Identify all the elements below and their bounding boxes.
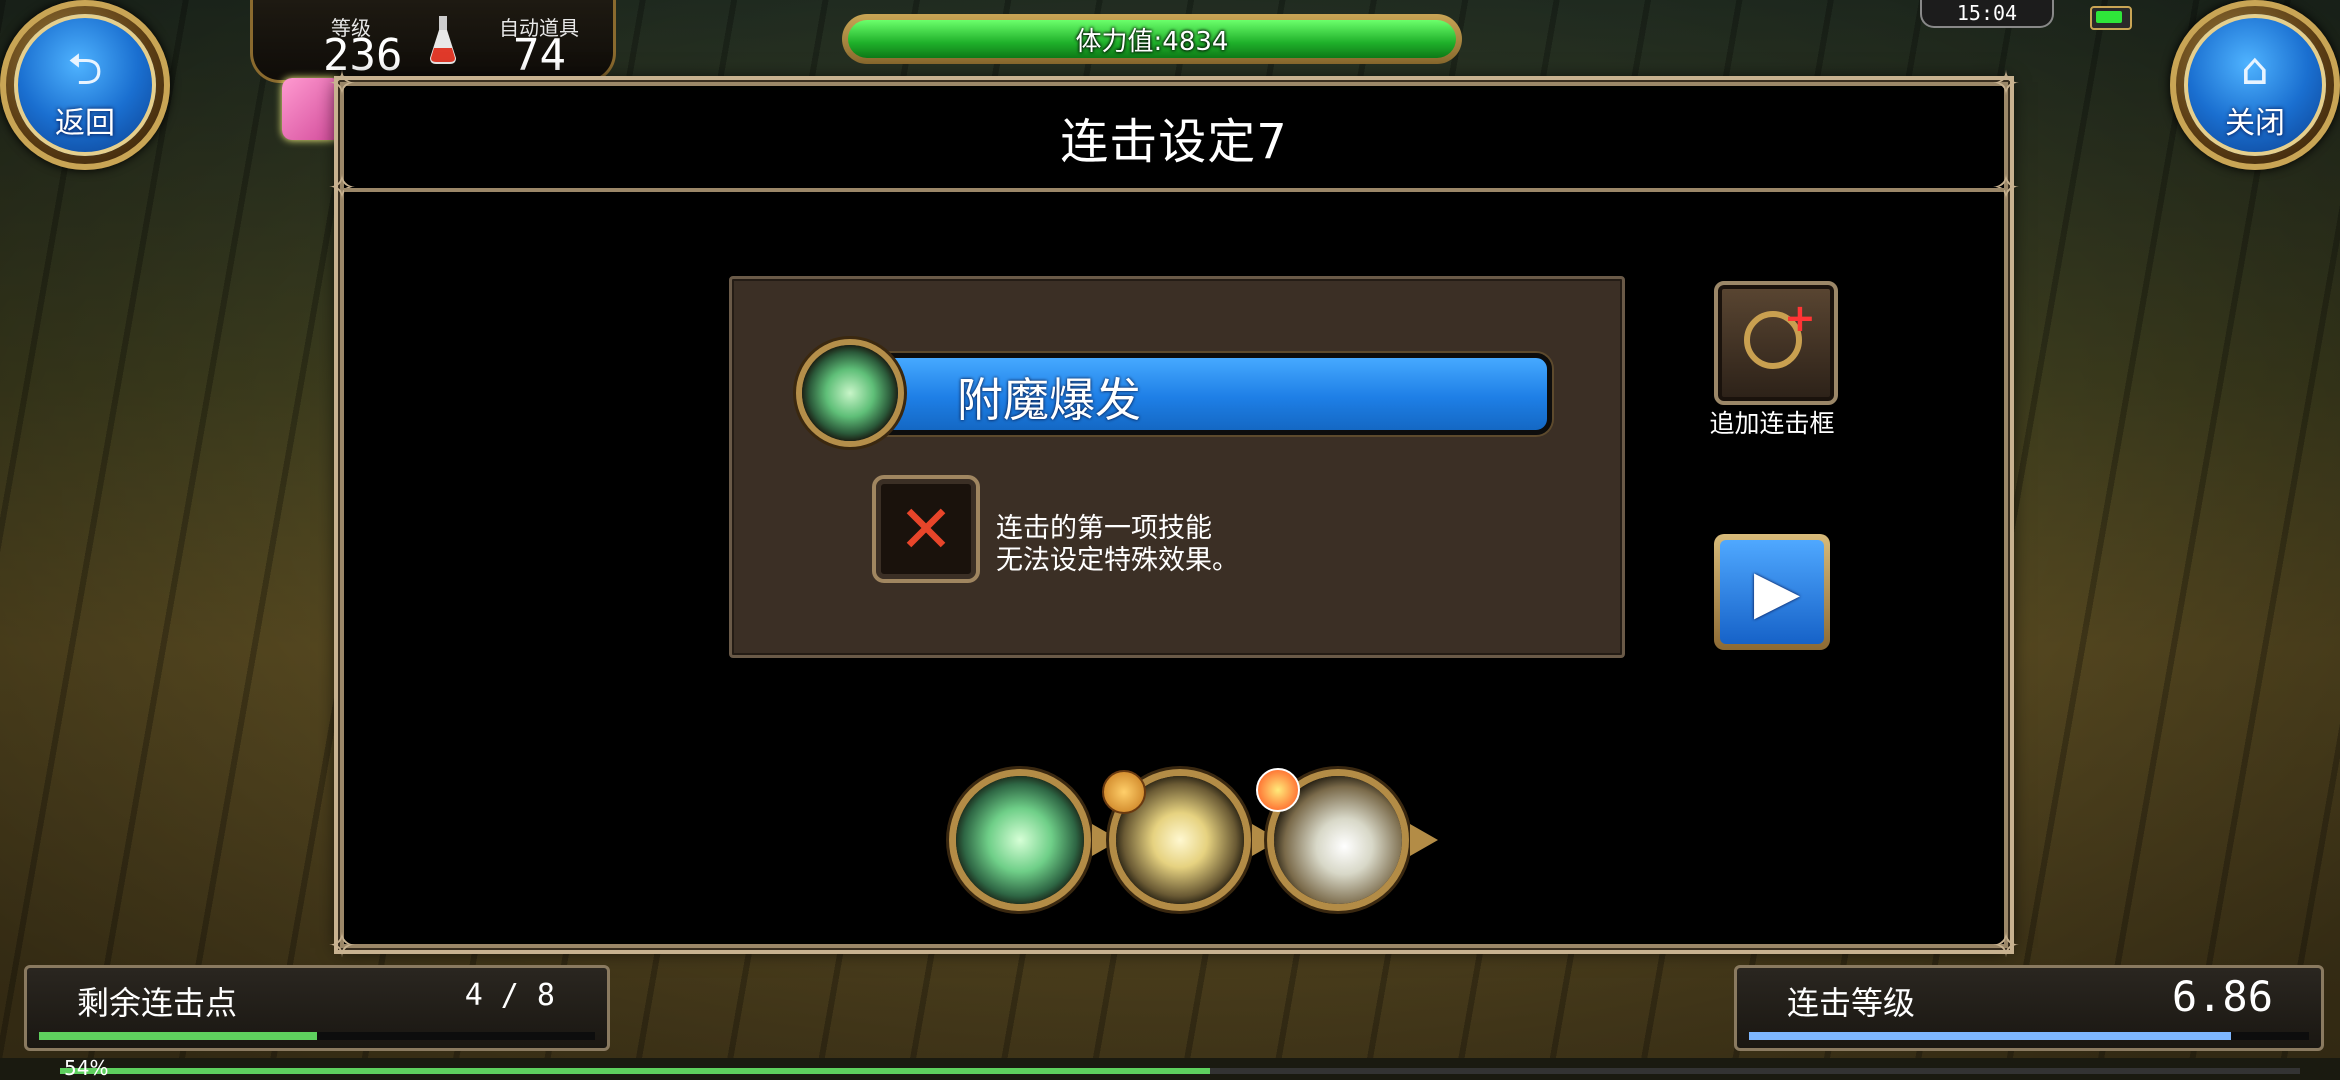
- back-arrow-icon: ⮌: [67, 44, 103, 95]
- close-button[interactable]: ⌂ 关闭: [2170, 0, 2340, 170]
- effect-restriction-message: 连击的第一项技能 无法设定特殊效果。: [996, 513, 1239, 577]
- dialog-title: 连击设定7: [1060, 114, 1288, 170]
- remaining-points-label: 剩余连击点: [77, 984, 238, 1022]
- dialog-title-bar: 连击设定7: [344, 86, 2004, 192]
- back-button[interactable]: ⮌ 返回: [0, 0, 170, 170]
- stamina-bar: 体力值:4834: [842, 14, 1462, 64]
- next-button-face: ▶: [1720, 540, 1824, 644]
- add-combo-frame-button[interactable]: +: [1714, 281, 1838, 405]
- clock: 15:04: [1920, 0, 2054, 28]
- combo-level-track: [1749, 1032, 2309, 1040]
- exp-fill: [60, 1068, 1210, 1074]
- enchant-burst-skill-icon: [802, 345, 898, 441]
- message-line-2: 无法设定特殊效果。: [996, 545, 1239, 576]
- add-combo-frame-label: 追加连击框: [1709, 409, 1835, 438]
- combo-settings-dialog: ✧ ✧ ✧ ✧ ✧ ✧ 连击设定7 附魔爆发 ✕ 连击的第一项技能 无法设定特殊…: [328, 64, 2021, 966]
- fire-badge-icon: [1256, 768, 1300, 812]
- frame-ornament-icon: ✧: [327, 926, 357, 966]
- auto-item-value: 74: [513, 30, 566, 81]
- stamina-text: 体力值:4834: [848, 20, 1456, 58]
- battery-icon: [2090, 6, 2132, 30]
- remaining-points-track: [39, 1032, 595, 1040]
- exp-strip: 54%: [0, 1056, 2340, 1080]
- remaining-points-fill: [39, 1032, 317, 1040]
- plus-icon: +: [1784, 296, 1816, 340]
- skill-detail-panel: 附魔爆发 ✕ 连击的第一项技能 无法设定特殊效果。: [729, 276, 1625, 658]
- power-badge-icon: [1102, 770, 1146, 814]
- potion-icon: [430, 16, 456, 64]
- next-button[interactable]: ▶: [1714, 534, 1830, 650]
- combo-level-label: 连击等级: [1787, 984, 1916, 1022]
- combo-level-value: 6.86: [2171, 972, 2273, 1021]
- remaining-combo-points-panel: 剩余连击点 4 / 8: [24, 965, 610, 1051]
- selected-skill-name: 附魔爆发: [957, 373, 1141, 427]
- back-label: 返回: [55, 106, 115, 141]
- exp-percent: 54%: [64, 1056, 109, 1080]
- close-label: 关闭: [2225, 106, 2285, 141]
- play-arrow-icon: ▶: [1753, 557, 1801, 627]
- back-button-face: ⮌ 返回: [14, 14, 156, 156]
- no-effect-x-icon: ✕: [872, 475, 980, 583]
- frame-ornament-icon: ✧: [1991, 926, 2021, 966]
- home-icon: ⌂: [2241, 44, 2269, 95]
- message-line-1: 连击的第一项技能: [996, 513, 1212, 544]
- combo-slot-1[interactable]: [956, 776, 1120, 904]
- remaining-points-value: 4 / 8: [464, 978, 555, 1013]
- combo-level-fill: [1749, 1032, 2231, 1040]
- combo-level-panel: 连击等级 6.86: [1734, 965, 2324, 1051]
- close-button-face: ⌂ 关闭: [2184, 14, 2326, 156]
- selected-skill-bar[interactable]: 附魔爆发: [852, 353, 1552, 435]
